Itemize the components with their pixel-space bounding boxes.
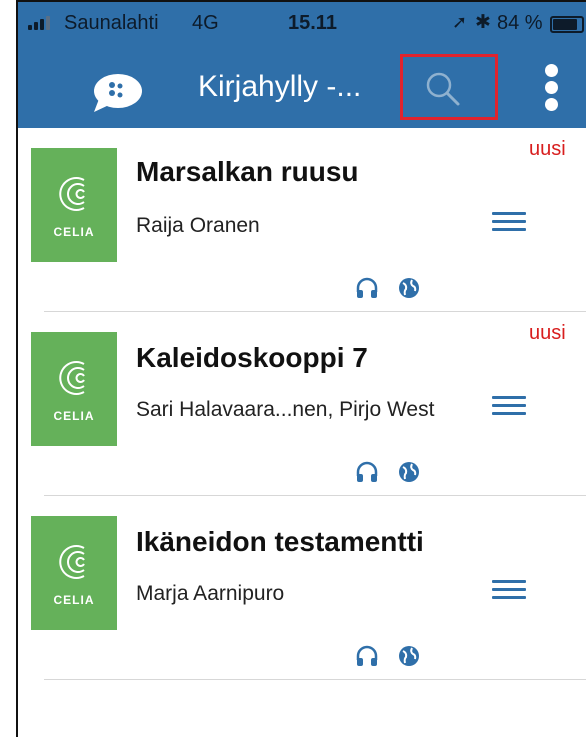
chat-bubble-icon[interactable] xyxy=(91,72,143,114)
celia-logo-icon xyxy=(59,361,85,395)
signal-strength-icon xyxy=(28,16,50,30)
cover-label: CELIA xyxy=(53,593,95,607)
new-badge: uusi xyxy=(529,322,566,344)
search-icon xyxy=(426,72,460,106)
headphones-icon xyxy=(356,277,378,298)
book-cover: CELIA xyxy=(31,148,117,262)
carrier-name: Saunalahti xyxy=(64,12,159,34)
globe-icon xyxy=(399,646,419,666)
book-actions-button[interactable] xyxy=(492,394,528,418)
book-title: Kaleidoskooppi 7 xyxy=(136,342,368,373)
cover-label: CELIA xyxy=(53,225,95,239)
book-actions-button[interactable] xyxy=(492,210,528,234)
book-author: Marja Aarnipuro xyxy=(136,582,285,605)
battery-fill xyxy=(553,19,577,30)
celia-logo-icon xyxy=(59,177,85,211)
book-list-item[interactable]: CELIA Kaleidoskooppi 7 Sari Halavaara...… xyxy=(18,312,586,496)
list-divider xyxy=(44,679,586,680)
new-badge: uusi xyxy=(529,138,566,160)
battery-percentage: 84 % xyxy=(497,12,543,34)
headphones-icon xyxy=(356,645,378,666)
book-author: Sari Halavaara...nen, Pirjo West xyxy=(136,398,435,421)
celia-logo-icon xyxy=(59,545,85,579)
cover-label: CELIA xyxy=(53,409,95,423)
book-author: Raija Oranen xyxy=(136,214,260,237)
location-arrow-icon: ➚ xyxy=(452,12,468,32)
headphones-icon xyxy=(356,461,378,482)
network-type: 4G xyxy=(192,12,219,34)
globe-icon xyxy=(399,278,419,298)
bluetooth-icon: ✱ xyxy=(475,12,491,33)
app-bar: Kirjahylly -... xyxy=(18,46,586,128)
more-options-button[interactable] xyxy=(538,62,566,112)
book-title: Marsalkan ruusu xyxy=(136,156,359,187)
status-bar: Saunalahti 4G 15.11 ➚ ✱ 84 % xyxy=(18,2,586,46)
book-cover: CELIA xyxy=(31,332,117,446)
book-actions-button[interactable] xyxy=(492,578,528,602)
battery-icon xyxy=(550,16,584,33)
status-time: 15.11 xyxy=(288,12,337,34)
book-cover: CELIA xyxy=(31,516,117,630)
app-title: Kirjahylly -... xyxy=(198,70,362,103)
book-list-item[interactable]: CELIA Marsalkan ruusu Raija Oranen uusi xyxy=(18,128,586,312)
book-title: Ikäneidon testamentti xyxy=(136,526,424,557)
book-list-item[interactable]: CELIA Ikäneidon testamentti Marja Aarnip… xyxy=(18,496,586,680)
globe-icon xyxy=(399,462,419,482)
search-button[interactable] xyxy=(400,54,498,120)
